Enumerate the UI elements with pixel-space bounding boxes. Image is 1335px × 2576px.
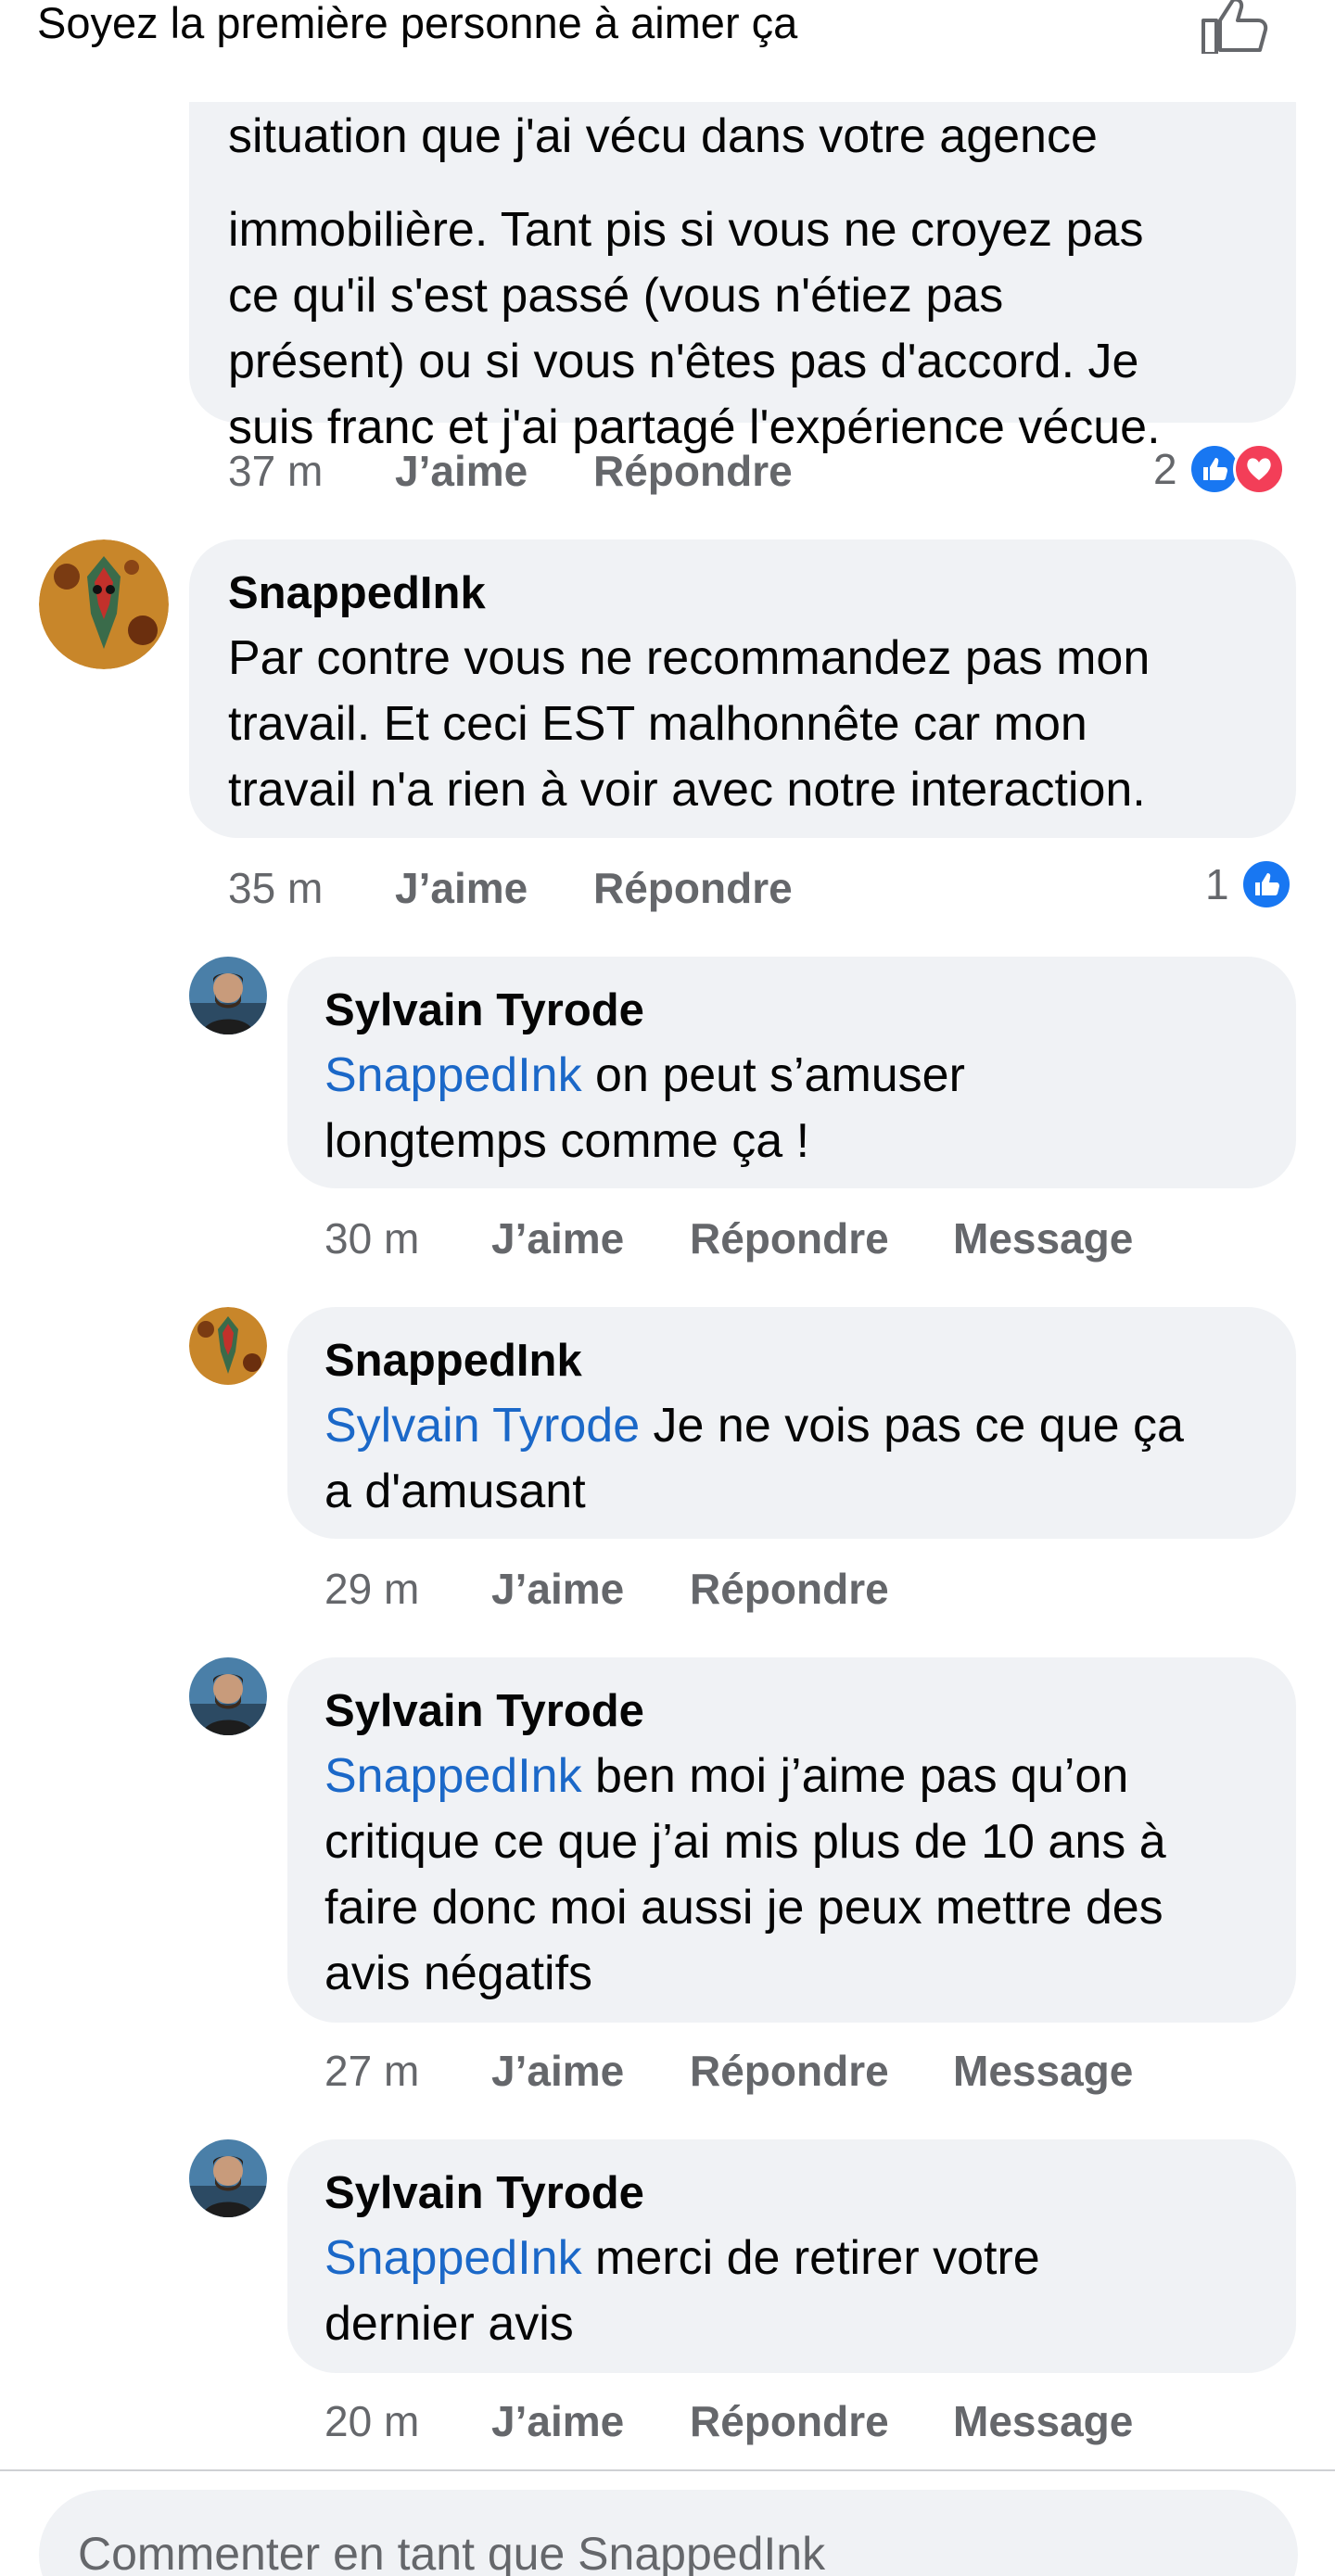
reply-text: merci de retirer votre — [581, 2231, 1040, 2285]
thumbs-up-outline-icon[interactable] — [1198, 0, 1274, 56]
love-reaction-icon — [1233, 443, 1285, 495]
message-button[interactable]: Message — [953, 2393, 1133, 2449]
reply-button[interactable]: Répondre — [690, 1561, 889, 1617]
like-button[interactable]: J’aime — [491, 1561, 624, 1617]
reaction-summary[interactable]: 1 — [1205, 857, 1302, 912]
like-button[interactable]: J’aime — [491, 2043, 624, 2099]
reply-text-line: avis négatifs — [324, 1947, 593, 2000]
avatar[interactable] — [189, 1657, 267, 1735]
reply-author[interactable]: SnappedInk — [324, 1327, 582, 1394]
comment-composer[interactable]: Commenter en tant que SnappedInk — [39, 2490, 1298, 2576]
reply-bubble: SnappedInk Sylvain Tyrode Je ne vois pas… — [287, 1307, 1296, 1539]
comment-bubble: SnappedInk Par contre vous ne recommande… — [189, 539, 1296, 838]
comment-text-line: présent) ou si vous n'êtes pas d'accord.… — [228, 335, 1139, 388]
avatar[interactable] — [39, 539, 169, 669]
like-button[interactable]: J’aime — [491, 2393, 624, 2449]
comment-text-line: immobilière. Tant pis si vous ne croyez … — [228, 203, 1144, 257]
reply-author[interactable]: Sylvain Tyrode — [324, 2160, 644, 2227]
likes-summary-text: Soyez la première personne à aimer ça — [37, 0, 798, 47]
comment-text-line: situation que j'ai vécu dans votre agenc… — [228, 109, 1098, 163]
reply-button[interactable]: Répondre — [593, 443, 793, 499]
avatar[interactable] — [189, 1307, 267, 1385]
comment-time[interactable]: 35 m — [228, 860, 323, 916]
like-reaction-icon — [1240, 858, 1292, 910]
reply-text-line: longtemps comme ça ! — [324, 1114, 810, 1168]
likes-header: Soyez la première personne à aimer ça — [0, 0, 1335, 102]
reaction-count: 1 — [1205, 860, 1229, 908]
reply-button[interactable]: Répondre — [593, 860, 793, 916]
reply-text-line: dernier avis — [324, 2297, 574, 2351]
reply-bubble: Sylvain Tyrode SnappedInk merci de retir… — [287, 2139, 1296, 2373]
reaction-count: 2 — [1153, 445, 1177, 493]
comment-input-placeholder[interactable]: Commenter en tant que SnappedInk — [78, 2521, 825, 2576]
comment-time[interactable]: 37 m — [228, 443, 323, 499]
reply-author[interactable]: Sylvain Tyrode — [324, 977, 644, 1044]
message-button[interactable]: Message — [953, 2043, 1133, 2099]
reply-button[interactable]: Répondre — [690, 1211, 889, 1266]
reply-text-line: SnappedInk merci de retirer votre — [324, 2226, 1040, 2291]
reply-time[interactable]: 27 m — [324, 2043, 419, 2099]
comment-text-line: travail. Et ceci EST malhonnête car mon — [228, 697, 1087, 751]
avatar[interactable] — [189, 957, 267, 1034]
reply-meta: 20 m J’aime Répondre Message — [324, 2393, 1159, 2449]
comment-text-line: travail n'a rien à voir avec notre inter… — [228, 763, 1146, 817]
reply-time[interactable]: 29 m — [324, 1561, 419, 1617]
reply-text: Je ne vois pas ce que ça — [640, 1399, 1184, 1453]
reply-text-line: a d'amusant — [324, 1465, 586, 1518]
mention-link[interactable]: Sylvain Tyrode — [324, 1399, 640, 1453]
reply-text-line: SnappedInk ben moi j’aime pas qu’on — [324, 1744, 1128, 1809]
reply-meta: 30 m J’aime Répondre Message — [324, 1211, 1159, 1266]
avatar[interactable] — [189, 2139, 267, 2217]
reply-text: ben moi j’aime pas qu’on — [581, 1749, 1129, 1803]
reply-button[interactable]: Répondre — [690, 2043, 889, 2099]
reply-text-line: critique ce que j’ai mis plus de 10 ans … — [324, 1815, 1166, 1869]
mention-link[interactable]: SnappedInk — [324, 2231, 582, 2285]
reaction-summary[interactable]: 2 — [1153, 441, 1302, 497]
reply-bubble: Sylvain Tyrode SnappedInk ben moi j’aime… — [287, 1657, 1296, 2023]
like-button[interactable]: J’aime — [491, 1211, 624, 1266]
comment-bubble: situation que j'ai vécu dans votre agenc… — [189, 56, 1296, 454]
reply-text: on peut s’amuser — [581, 1048, 965, 1102]
comment-meta: 37 m J’aime Répondre — [228, 443, 877, 499]
comment-text-line: ce qu'il s'est passé (vous n'étiez pas — [228, 269, 1004, 323]
reply-text-line: Sylvain Tyrode Je ne vois pas ce que ça — [324, 1393, 1184, 1459]
reply-text-line: faire donc moi aussi je peux mettre des — [324, 1881, 1163, 1935]
divider — [0, 2469, 1335, 2471]
reply-meta: 29 m J’aime Répondre — [324, 1561, 1159, 1617]
reply-time[interactable]: 20 m — [324, 2393, 419, 2449]
reply-button[interactable]: Répondre — [690, 2393, 889, 2449]
message-button[interactable]: Message — [953, 1211, 1133, 1266]
comment-author[interactable]: SnappedInk — [228, 560, 486, 627]
reply-author[interactable]: Sylvain Tyrode — [324, 1678, 644, 1745]
like-button[interactable]: J’aime — [395, 860, 528, 916]
comment-text-line: Par contre vous ne recommandez pas mon — [228, 631, 1151, 685]
comment-meta: 35 m J’aime Répondre — [228, 860, 877, 916]
mention-link[interactable]: SnappedInk — [324, 1749, 582, 1803]
reply-bubble: Sylvain Tyrode SnappedInk on peut s’amus… — [287, 957, 1296, 1188]
reply-time[interactable]: 30 m — [324, 1211, 419, 1266]
reply-meta: 27 m J’aime Répondre Message — [324, 2043, 1159, 2099]
reply-text-line: SnappedInk on peut s’amuser — [324, 1043, 965, 1109]
mention-link[interactable]: SnappedInk — [324, 1048, 582, 1102]
like-button[interactable]: J’aime — [395, 443, 528, 499]
